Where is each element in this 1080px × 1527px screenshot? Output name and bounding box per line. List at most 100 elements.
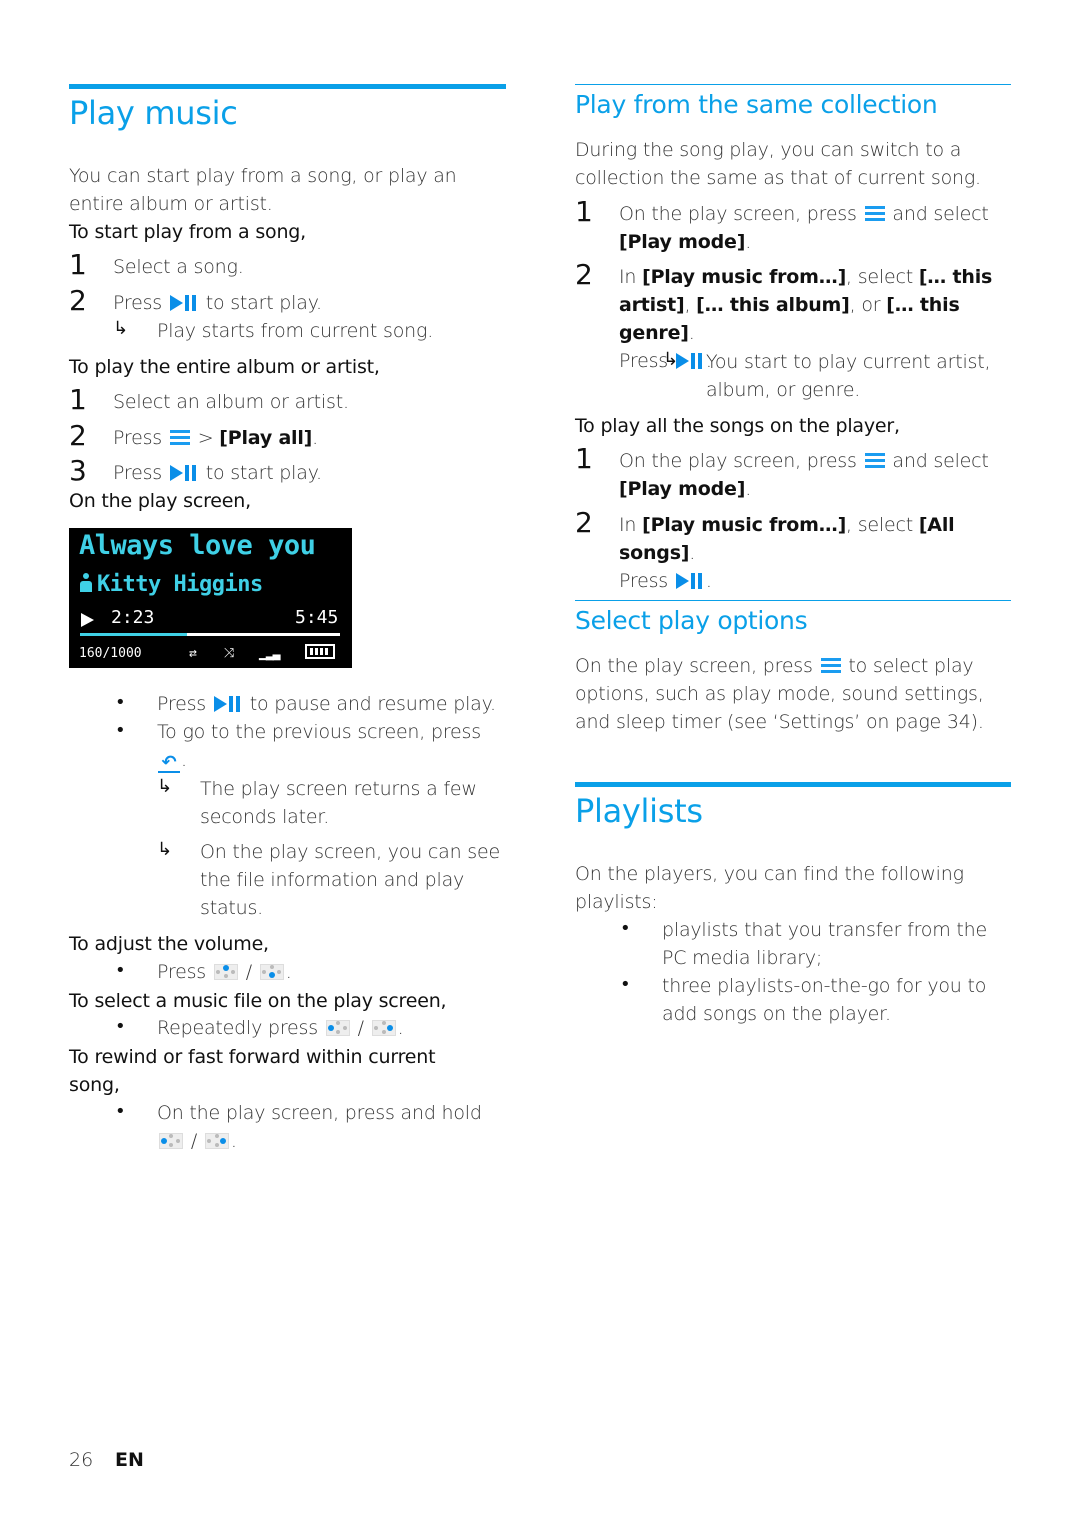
option-label: [… this album] (696, 294, 850, 316)
screen-total: 5:45 (295, 607, 339, 628)
bullet-post: . (397, 1017, 404, 1039)
separator: / (357, 1017, 364, 1039)
step-pre: Press (113, 292, 163, 314)
page-title: Play music (69, 94, 238, 132)
step-text: On the play screen, press and select [Pl… (619, 203, 989, 253)
bullet-post: . (230, 1130, 237, 1152)
step-mid: > (197, 427, 214, 449)
result-arrow-icon: ↳ (113, 318, 129, 339)
playlists-intro: On the players, you can find the followi… (575, 863, 964, 913)
bullet-pre: Press (157, 693, 207, 715)
step-press: Press (619, 570, 669, 592)
option-label: [Play mode] (619, 478, 746, 500)
step-post: . (312, 427, 319, 449)
section-rule (69, 84, 506, 89)
player-screen-illustration: Always love you Kitty Higgins 2:23 5:45 … (69, 528, 352, 668)
option-label: [Play mode] (619, 231, 746, 253)
language-code: EN (115, 1449, 144, 1471)
step-number: 1 (69, 248, 87, 281)
step-pre: Press (113, 427, 163, 449)
step-text: On the play screen, press and select [Pl… (619, 450, 989, 500)
bullet: • (115, 720, 126, 741)
back-icon: ↶ (158, 754, 180, 773)
step-text: Press to start play. (113, 289, 322, 317)
volume-heading: To adjust the volume, (69, 933, 269, 955)
section-rule (575, 782, 1011, 787)
result-text: Play starts from current song. (157, 320, 434, 342)
bullet-text: To go to the previous screen, press ↶. (157, 718, 497, 774)
bullet-text: Press / . (157, 958, 292, 986)
volume-up-key-icon (213, 964, 238, 980)
step-post: to start play. (205, 292, 322, 314)
step-press: Press (619, 350, 669, 372)
volume-down-key-icon (259, 964, 284, 980)
result-text: You start to play current artist, album,… (706, 351, 991, 401)
play-pause-icon (169, 465, 198, 481)
bullet: • (620, 974, 631, 995)
bullet-text: Press to pause and resume play. (157, 690, 496, 718)
equalizer-icon: ▁▂▃ (259, 646, 281, 661)
step-number: 2 (575, 258, 593, 291)
options-text: On the play screen, press to select play… (575, 652, 995, 736)
bullet-post: . (285, 961, 292, 983)
step-number: 1 (575, 442, 593, 475)
screen-artist-name: Kitty Higgins (97, 572, 263, 597)
play-pause-icon (675, 353, 704, 369)
step-pre: On the play screen, press (619, 203, 857, 225)
bullet-pre: Repeatedly press (157, 1017, 318, 1039)
menu-icon (169, 430, 190, 446)
bullet: • (115, 1016, 126, 1037)
next-key-icon (371, 1020, 396, 1036)
playlist-bullet-text: three playlists-on-the-go for you to add… (662, 975, 987, 1025)
result-arrow-icon: ↳ (157, 839, 173, 860)
song-heading: To start play from a song, (69, 221, 307, 243)
play-pause-icon (213, 696, 242, 712)
step-text: In [Play music from…], select [All songs… (619, 514, 955, 592)
select-heading: To select a music file on the play scree… (69, 990, 447, 1012)
section-rule (575, 84, 1011, 85)
previous-key-icon (325, 1020, 350, 1036)
step-number: 2 (69, 419, 87, 452)
step-number: 2 (575, 506, 593, 539)
album-heading: To play the entire album or artist, (69, 356, 380, 378)
step-number: 1 (69, 383, 87, 416)
option-label: [Play music from…] (642, 266, 847, 288)
result-arrow-icon: ↳ (157, 776, 173, 797)
screen-artist: Kitty Higgins (79, 572, 263, 597)
section-title-options: Select play options (575, 606, 808, 635)
screen-track-position: 160/1000 (79, 646, 142, 661)
step-pre: Press (113, 462, 163, 484)
option-label: [Play music from…] (642, 514, 847, 536)
play-pause-icon (675, 573, 704, 589)
screen-progress-bar (80, 633, 340, 636)
rewind-key-icon (159, 1133, 183, 1149)
section-title-collection: Play from the same collection (575, 90, 938, 119)
bullet: • (115, 960, 126, 981)
bullet-post: to pause and resume play. (249, 693, 496, 715)
step-pre: In (619, 514, 637, 536)
step-text: Select a song. (113, 256, 244, 278)
separator: / (245, 961, 252, 983)
bullet-pre: On the play screen, press and hold (157, 1102, 482, 1124)
menu-icon (864, 206, 885, 222)
bullet-text: On the play screen, press and hold / . (157, 1099, 497, 1155)
result-arrow-icon: ↳ (663, 349, 679, 370)
section-rule (575, 600, 1011, 601)
screen-elapsed: 2:23 (111, 607, 155, 628)
option-label: [Play all] (219, 427, 313, 449)
shuffle-icon: ⤨ (224, 646, 235, 661)
result-text: On the play screen, you can see the file… (200, 841, 500, 919)
step-pre: On the play screen, press (619, 450, 857, 472)
step-number: 1 (575, 195, 593, 228)
menu-icon (864, 453, 885, 469)
step-pre: In (619, 266, 637, 288)
allsongs-heading: To play all the songs on the player, (575, 415, 900, 437)
bullet: • (115, 1101, 126, 1122)
playlist-bullet-text: playlists that you transfer from the PC … (662, 919, 987, 969)
page-number: 26 (69, 1449, 94, 1471)
step-post: to start play. (205, 462, 322, 484)
play-pause-icon (169, 295, 198, 311)
screen-progress-fill (80, 633, 187, 636)
step-mid: , select (846, 514, 913, 536)
bullet: • (620, 918, 631, 939)
